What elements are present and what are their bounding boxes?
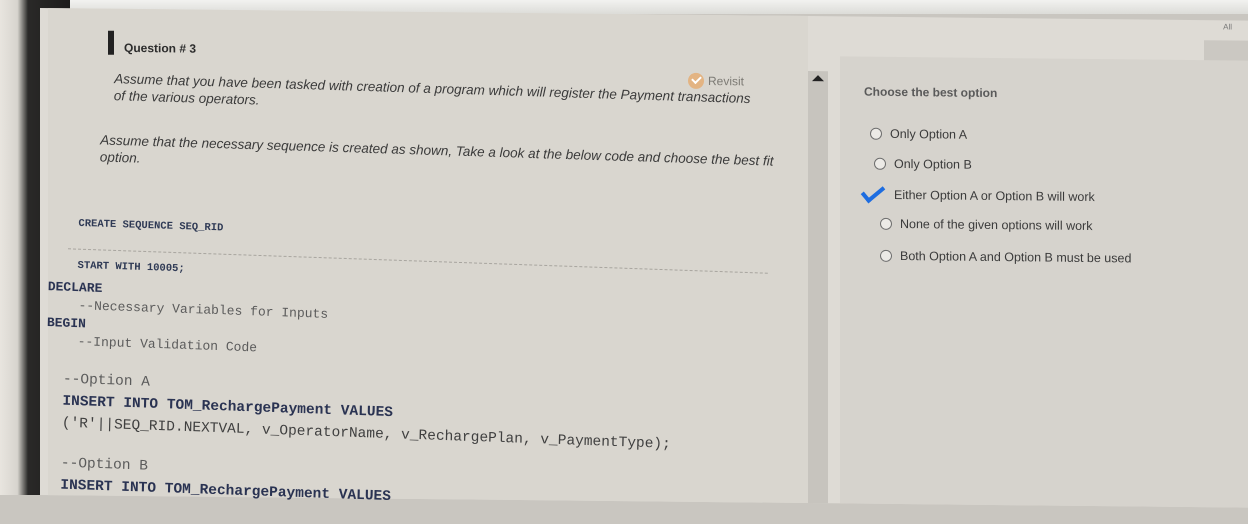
- answer-title: Choose the best option: [864, 84, 998, 101]
- option-label: Only Option A: [890, 126, 968, 142]
- option-either[interactable]: Either Option A or Option B will work: [852, 185, 1095, 208]
- check-mark-icon[interactable]: [852, 185, 886, 205]
- radio-button[interactable]: [880, 217, 892, 230]
- screen: All Question # 3 Revisit Assume that you…: [40, 8, 1248, 508]
- scroll-up-icon[interactable]: [812, 75, 824, 82]
- revisit-check-icon: [688, 72, 704, 89]
- sequence-line: CREATE SEQUENCE SEQ_RID: [78, 217, 224, 235]
- option-label: None of the given options will work: [900, 217, 1093, 234]
- sequence-line: START WITH 10005;: [77, 259, 185, 276]
- option-label: Both Option A and Option B must be used: [900, 249, 1132, 266]
- answer-pane: Choose the best option Only Option A Onl…: [840, 56, 1248, 508]
- option-both[interactable]: Both Option A and Option B must be used: [880, 249, 1132, 266]
- option-label: Either Option A or Option B will work: [894, 187, 1095, 205]
- question-scrollbar[interactable]: [808, 71, 828, 504]
- radio-button[interactable]: [880, 249, 892, 262]
- option-only-a[interactable]: Only Option A: [870, 127, 967, 142]
- corner-label: All: [1223, 22, 1232, 32]
- question-pane: Question # 3 Revisit Assume that you hav…: [47, 8, 808, 505]
- question-paragraph-1: Assume that you have been tasked with cr…: [113, 71, 751, 108]
- question-title: Question # 3: [124, 40, 197, 56]
- option-only-b[interactable]: Only Option B: [874, 157, 972, 172]
- radio-button[interactable]: [874, 157, 886, 170]
- question-marker: [108, 30, 114, 55]
- revisit-button[interactable]: Revisit: [688, 72, 745, 90]
- question-paragraph-2: Assume that the necessary sequence is cr…: [99, 132, 774, 169]
- option-none[interactable]: None of the given options will work: [880, 217, 1092, 233]
- revisit-label: Revisit: [708, 73, 745, 89]
- radio-button[interactable]: [870, 127, 882, 140]
- option-label: Only Option B: [894, 156, 972, 172]
- code-block: DECLARE --Necessary Variables for Inputs…: [43, 278, 675, 518]
